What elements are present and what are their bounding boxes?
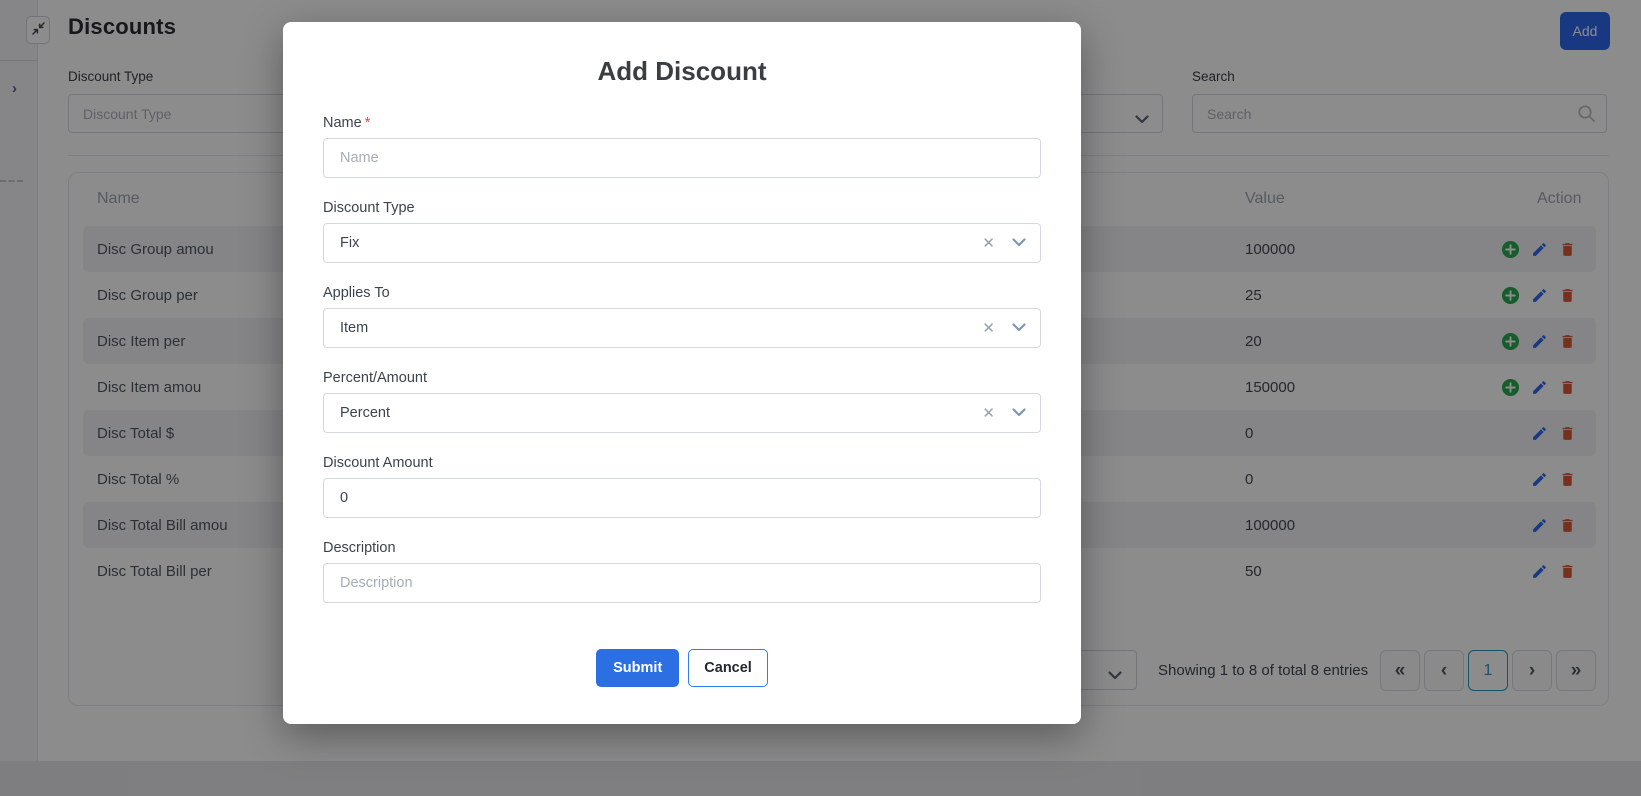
description-input[interactable] bbox=[323, 563, 1041, 603]
applies-to-select[interactable]: Item ✕ bbox=[323, 308, 1041, 348]
clear-icon[interactable]: ✕ bbox=[982, 404, 995, 422]
chevron-down-icon bbox=[1012, 319, 1026, 337]
discount-type-value: Fix bbox=[340, 235, 982, 251]
applies-to-field-group: Applies To Item ✕ bbox=[323, 285, 1041, 348]
clear-icon[interactable]: ✕ bbox=[982, 234, 995, 252]
chevron-down-icon bbox=[1012, 234, 1026, 252]
percent-amount-value: Percent bbox=[340, 405, 982, 421]
discount-amount-field-group: Discount Amount bbox=[323, 455, 1041, 518]
applies-to-label: Applies To bbox=[323, 285, 1041, 301]
required-asterisk: * bbox=[365, 115, 371, 131]
percent-amount-field-group: Percent/Amount Percent ✕ bbox=[323, 370, 1041, 433]
description-field-group: Description bbox=[323, 540, 1041, 603]
modal-title: Add Discount bbox=[323, 56, 1041, 87]
modal-buttons: Submit Cancel bbox=[323, 649, 1041, 687]
description-label: Description bbox=[323, 540, 1041, 556]
discount-type-field-group: Discount Type Fix ✕ bbox=[323, 200, 1041, 263]
submit-button[interactable]: Submit bbox=[596, 649, 679, 687]
add-discount-modal: Add Discount Name* Discount Type Fix ✕ A… bbox=[283, 22, 1081, 724]
discount-type-select[interactable]: Fix ✕ bbox=[323, 223, 1041, 263]
cancel-button[interactable]: Cancel bbox=[688, 649, 768, 687]
clear-icon[interactable]: ✕ bbox=[982, 319, 995, 337]
app-root: › Discounts Add Discount Type Search Nam… bbox=[0, 0, 1641, 796]
name-field-group: Name* bbox=[323, 115, 1041, 178]
percent-amount-select[interactable]: Percent ✕ bbox=[323, 393, 1041, 433]
chevron-down-icon bbox=[1012, 404, 1026, 422]
discount-amount-input[interactable] bbox=[323, 478, 1041, 518]
discount-type-label: Discount Type bbox=[323, 200, 1041, 216]
discount-amount-label: Discount Amount bbox=[323, 455, 1041, 471]
name-label: Name* bbox=[323, 115, 1041, 131]
percent-amount-label: Percent/Amount bbox=[323, 370, 1041, 386]
applies-to-value: Item bbox=[340, 320, 982, 336]
name-input[interactable] bbox=[323, 138, 1041, 178]
